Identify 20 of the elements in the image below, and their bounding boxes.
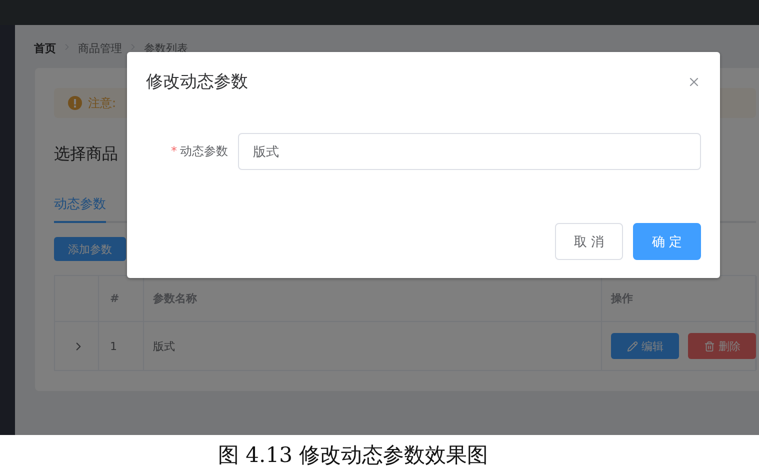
trash-icon: [704, 340, 714, 352]
confirm-button[interactable]: 确 定: [633, 223, 701, 260]
required-mark: *: [171, 144, 177, 158]
dialog-title: 修改动态参数: [146, 71, 248, 93]
table-cell: 版式: [153, 338, 175, 354]
cancel-button[interactable]: 取 消: [555, 223, 623, 260]
breadcrumb-item[interactable]: 首页: [34, 41, 56, 56]
field-label: 动态参数: [180, 144, 228, 158]
card-title: 选择商品: [54, 144, 118, 165]
add-parameter-button[interactable]: 添加参数: [54, 237, 126, 261]
warning-icon: [68, 96, 82, 110]
breadcrumb-item[interactable]: 商品管理: [78, 41, 122, 56]
figure-caption: 图 4.13 修改动态参数效果图: [217, 442, 490, 469]
table-cell: 1: [110, 340, 117, 352]
pencil-icon: [626, 340, 638, 352]
delete-button[interactable]: 删除: [688, 333, 756, 359]
tab[interactable]: 动态参数: [54, 195, 106, 223]
alert-text: 注意:: [88, 94, 116, 112]
input-field[interactable]: 版式: [238, 133, 701, 170]
edit-button[interactable]: 编辑: [611, 333, 679, 359]
